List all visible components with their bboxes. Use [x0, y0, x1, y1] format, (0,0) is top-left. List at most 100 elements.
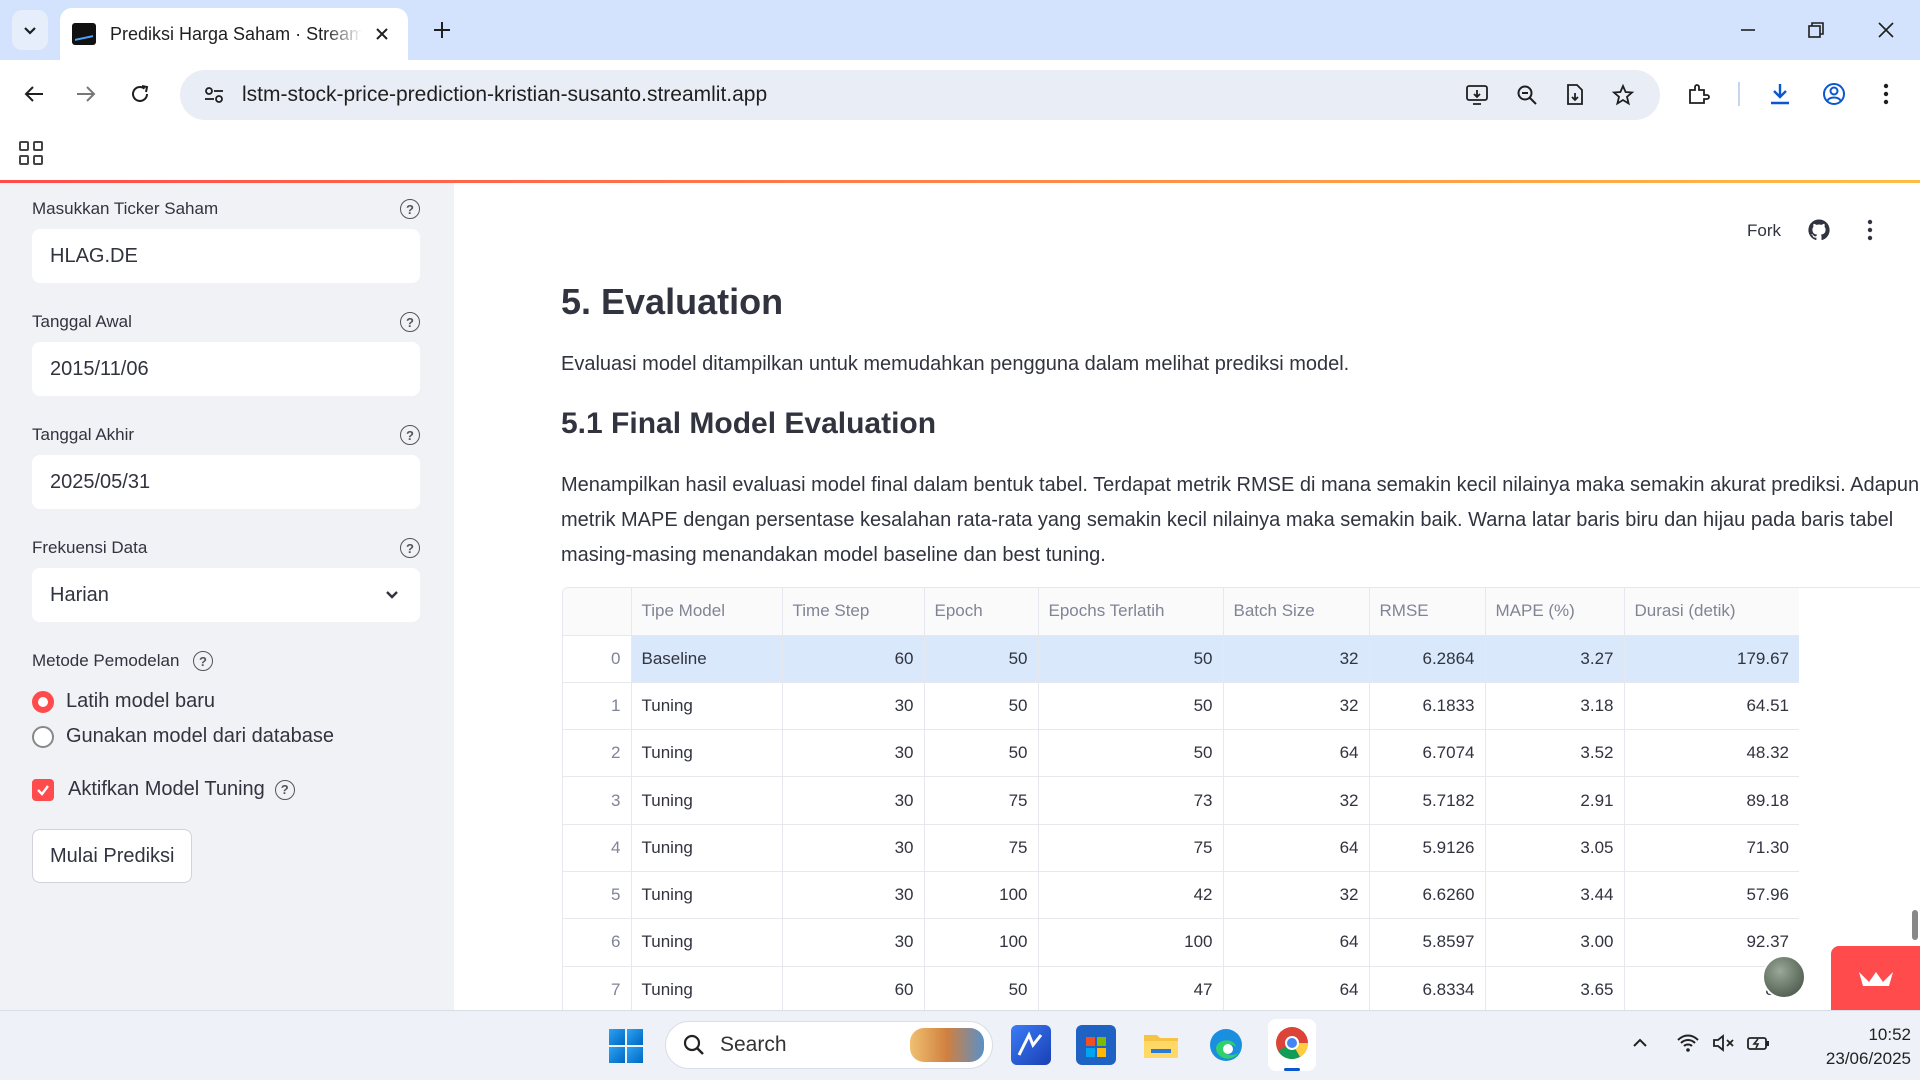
- restore-button[interactable]: [1796, 10, 1836, 50]
- table-cell[interactable]: 50: [1038, 635, 1224, 683]
- table-cell[interactable]: 6.6260: [1369, 871, 1486, 920]
- table-cell[interactable]: 6.1833: [1369, 682, 1486, 731]
- browser-menu-icon[interactable]: [1866, 74, 1906, 114]
- table-cell[interactable]: 3.52: [1485, 729, 1625, 778]
- end-date-input[interactable]: 2025/05/31: [32, 455, 420, 509]
- table-cell[interactable]: 3.65: [1485, 966, 1625, 1010]
- table-cell[interactable]: Tuning: [631, 824, 783, 872]
- table-cell[interactable]: 64: [1223, 966, 1370, 1010]
- column-header[interactable]: [563, 588, 632, 636]
- table-cell[interactable]: 3.05: [1485, 824, 1625, 872]
- start-date-input[interactable]: 2015/11/06: [32, 342, 420, 396]
- forward-button[interactable]: [66, 74, 106, 114]
- close-window-button[interactable]: [1866, 10, 1906, 50]
- site-info-icon[interactable]: [194, 84, 234, 106]
- table-row[interactable]: 5 Tuning 30 100 42 32 6.6260 3.44 57.96: [563, 871, 1799, 920]
- table-cell[interactable]: 3.18: [1485, 682, 1625, 731]
- column-header[interactable]: Epoch: [924, 588, 1039, 636]
- table-cell[interactable]: 64: [1223, 824, 1370, 872]
- table-cell[interactable]: 3.44: [1485, 871, 1625, 920]
- table-cell[interactable]: 50: [1038, 729, 1224, 778]
- table-cell[interactable]: 32: [1223, 776, 1370, 825]
- table-cell[interactable]: Tuning: [631, 776, 783, 825]
- install-app-icon[interactable]: [1460, 78, 1494, 112]
- table-cell[interactable]: 48.32: [1624, 729, 1799, 778]
- help-icon[interactable]: ?: [400, 199, 420, 219]
- table-cell[interactable]: 50: [924, 966, 1039, 1010]
- url-text[interactable]: lstm-stock-price-prediction-kristian-sus…: [242, 83, 767, 107]
- battery-charging-icon[interactable]: [1746, 1033, 1772, 1058]
- table-cell[interactable]: 42: [1038, 871, 1224, 920]
- radio-option-new-model[interactable]: Latih model baru: [32, 690, 215, 713]
- table-cell[interactable]: 75: [924, 776, 1039, 825]
- table-cell[interactable]: 5.7182: [1369, 776, 1486, 825]
- table-cell[interactable]: 71.30: [1624, 824, 1799, 872]
- table-cell[interactable]: 3.00: [1485, 918, 1625, 967]
- row-index-cell[interactable]: 2: [563, 729, 632, 778]
- close-tab-button[interactable]: [368, 20, 396, 48]
- reload-button[interactable]: [120, 74, 160, 114]
- table-row[interactable]: 1 Tuning 30 50 50 32 6.1833 3.18 64.51: [563, 682, 1799, 731]
- column-header[interactable]: Time Step: [782, 588, 925, 636]
- table-cell[interactable]: 60: [782, 966, 925, 1010]
- save-page-icon[interactable]: [1558, 78, 1592, 112]
- column-header[interactable]: Batch Size: [1223, 588, 1370, 636]
- volume-muted-icon[interactable]: [1712, 1033, 1736, 1058]
- wifi-icon[interactable]: [1676, 1033, 1700, 1058]
- table-row[interactable]: 3 Tuning 30 75 73 32 5.7182 2.91 89.18: [563, 776, 1799, 825]
- table-cell[interactable]: 30: [782, 871, 925, 920]
- table-row[interactable]: 6 Tuning 30 100 100 64 5.8597 3.00 92.37: [563, 918, 1799, 967]
- table-cell[interactable]: 5.9126: [1369, 824, 1486, 872]
- new-tab-button[interactable]: [424, 12, 460, 48]
- zoom-icon[interactable]: [1510, 78, 1544, 112]
- table-cell[interactable]: 30: [782, 776, 925, 825]
- table-cell[interactable]: 2.91: [1485, 776, 1625, 825]
- table-cell[interactable]: Tuning: [631, 918, 783, 967]
- column-header[interactable]: Tipe Model: [631, 588, 783, 636]
- table-row[interactable]: 0 Baseline 60 50 50 32 6.2864 3.27 179.67: [563, 635, 1799, 683]
- row-index-cell[interactable]: 4: [563, 824, 632, 872]
- help-icon[interactable]: ?: [400, 425, 420, 445]
- help-icon[interactable]: ?: [400, 538, 420, 558]
- table-row[interactable]: 7Tuning605047646.83343.6581.: [563, 966, 1799, 1010]
- column-header[interactable]: Epochs Terlatih: [1038, 588, 1224, 636]
- radio-unselected-icon[interactable]: [32, 725, 54, 748]
- column-header[interactable]: RMSE: [1369, 588, 1486, 636]
- chevron-up-icon[interactable]: [1630, 1033, 1650, 1058]
- table-cell[interactable]: 32: [1223, 635, 1370, 683]
- radio-option-database[interactable]: Gunakan model dari database: [32, 725, 334, 748]
- extensions-icon[interactable]: [1678, 74, 1718, 114]
- table-cell[interactable]: 50: [924, 729, 1039, 778]
- taskbar-app-editor-icon[interactable]: [1011, 1025, 1051, 1065]
- table-cell[interactable]: Tuning: [631, 682, 783, 731]
- page-scrollbar[interactable]: [1912, 910, 1918, 940]
- row-index-cell[interactable]: 0: [563, 635, 632, 683]
- radio-selected-icon[interactable]: [32, 690, 54, 713]
- table-cell[interactable]: 6.8334: [1369, 966, 1486, 1010]
- evaluation-table[interactable]: Tipe Model Time Step Epoch Epochs Terlat…: [562, 587, 1920, 1010]
- table-row[interactable]: 4 Tuning 30 75 75 64 5.9126 3.05 71.30: [563, 824, 1799, 872]
- table-cell[interactable]: 64.51: [1624, 682, 1799, 731]
- fork-link[interactable]: Fork: [1747, 221, 1781, 241]
- table-cell[interactable]: 32: [1223, 682, 1370, 731]
- column-header[interactable]: MAPE (%): [1485, 588, 1625, 636]
- minimize-button[interactable]: [1728, 10, 1768, 50]
- streamlit-manage-app-button[interactable]: [1831, 946, 1920, 1010]
- file-explorer-icon[interactable]: [1141, 1025, 1181, 1065]
- table-cell[interactable]: 6.7074: [1369, 729, 1486, 778]
- table-cell[interactable]: 89.18: [1624, 776, 1799, 825]
- table-cell[interactable]: 100: [924, 871, 1039, 920]
- table-cell[interactable]: 32: [1223, 871, 1370, 920]
- table-cell[interactable]: 3.27: [1485, 635, 1625, 683]
- app-menu-icon[interactable]: [1867, 219, 1873, 246]
- back-button[interactable]: [14, 74, 54, 114]
- table-cell[interactable]: 64: [1223, 918, 1370, 967]
- table-cell[interactable]: 100: [1038, 918, 1224, 967]
- windows-start-icon[interactable]: [609, 1029, 643, 1063]
- table-cell[interactable]: 5.8597: [1369, 918, 1486, 967]
- avatar[interactable]: [1762, 955, 1806, 999]
- edge-browser-icon[interactable]: [1206, 1025, 1246, 1065]
- table-cell[interactable]: 75: [924, 824, 1039, 872]
- table-cell[interactable]: Tuning: [631, 729, 783, 778]
- row-index-cell[interactable]: 3: [563, 776, 632, 825]
